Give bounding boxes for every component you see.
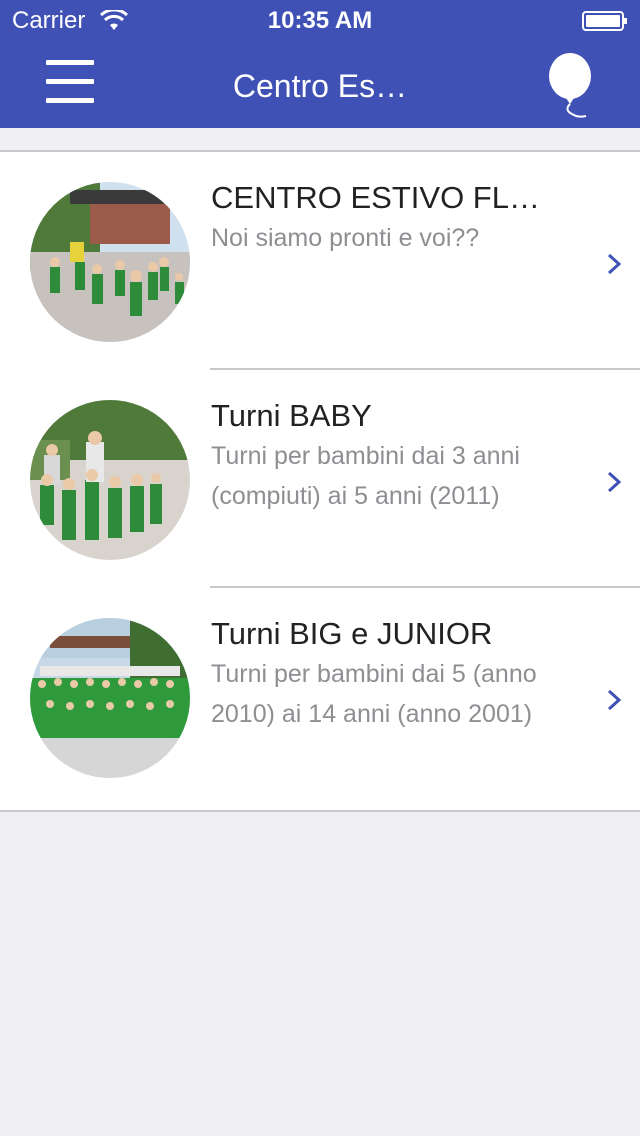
- chevron-right-icon: [607, 253, 622, 275]
- list-item[interactable]: Turni BABY Turni per bambini dai 3 anni …: [0, 370, 640, 588]
- balloon-icon[interactable]: [544, 52, 596, 120]
- hamburger-menu-icon[interactable]: [46, 60, 94, 104]
- status-bar: Carrier 10:35 AM: [0, 0, 640, 40]
- status-time: 10:35 AM: [267, 7, 373, 34]
- chevron-right-icon: [607, 689, 622, 711]
- event-thumbnail: [30, 618, 190, 778]
- item-title: CENTRO ESTIVO FLO…: [211, 180, 561, 215]
- item-title: Turni BIG e JUNIOR: [211, 616, 493, 651]
- app-header: Carrier 10:35 AM Centro Es…: [0, 0, 640, 128]
- chevron-right-icon: [607, 471, 622, 493]
- navigation-bar: Centro Es…: [0, 40, 640, 128]
- list-item[interactable]: Turni BIG e JUNIOR Turni per bambini dai…: [0, 588, 640, 808]
- item-subtitle: Turni per bambini dai 5 (anno 2010) ai 1…: [211, 660, 537, 728]
- event-thumbnail: [30, 182, 190, 342]
- page-title: Centro Es…: [232, 68, 408, 104]
- item-subtitle: Turni per bambini dai 3 anni (compiuti) …: [211, 442, 520, 510]
- list-item[interactable]: CENTRO ESTIVO FLO… Noi siamo pronti e vo…: [0, 152, 640, 370]
- item-subtitle: Noi siamo pronti e voi??: [211, 224, 480, 252]
- event-thumbnail: [30, 400, 190, 560]
- item-title: Turni BABY: [211, 398, 372, 433]
- battery-icon: [582, 11, 627, 31]
- event-list: CENTRO ESTIVO FLO… Noi siamo pronti e vo…: [0, 150, 640, 812]
